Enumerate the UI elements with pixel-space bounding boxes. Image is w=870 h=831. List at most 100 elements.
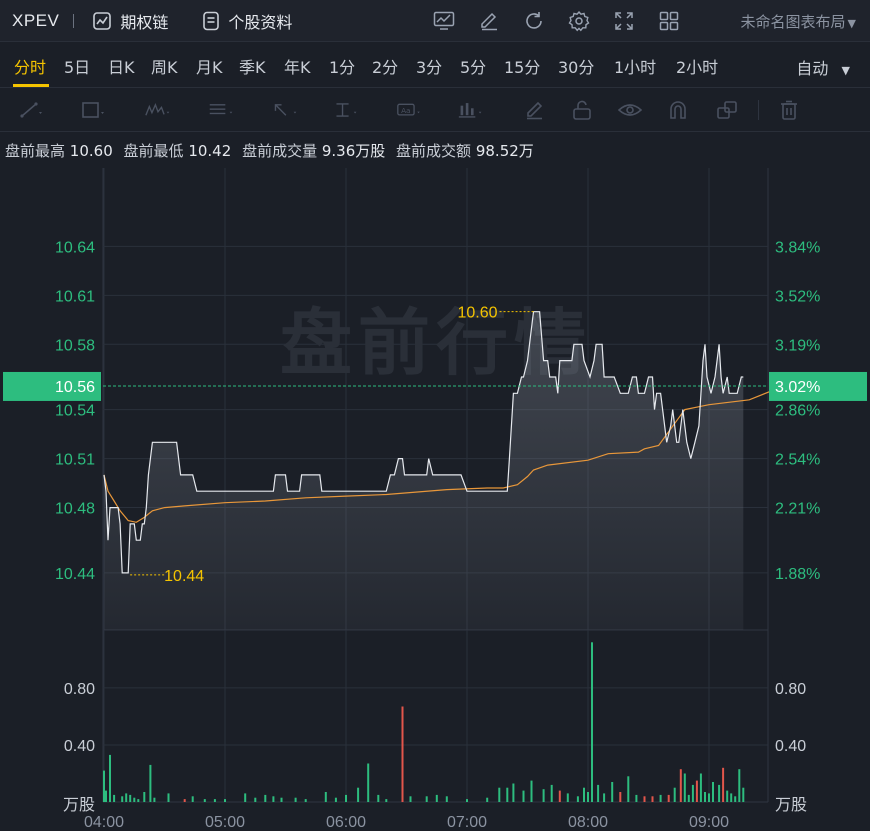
volume-bar: [708, 793, 710, 802]
volume-bar: [530, 780, 533, 802]
indicator-button[interactable]: [430, 8, 458, 34]
brush-icon: [527, 101, 543, 120]
price-range-tool[interactable]: [333, 98, 359, 122]
period-tab[interactable]: 15分: [504, 54, 540, 78]
lock-tool[interactable]: [569, 98, 595, 122]
mode-select[interactable]: 自动 ▼: [796, 55, 850, 79]
current-percent-label: 3.02%: [775, 379, 820, 396]
visibility-tool[interactable]: [617, 98, 643, 122]
line-tool[interactable]: [18, 98, 44, 122]
volume-bar: [153, 797, 156, 802]
settings-button[interactable]: [565, 8, 593, 34]
volume-bar: [167, 793, 170, 802]
volume-bar: [643, 796, 646, 802]
current-price-label: 10.56: [55, 379, 95, 396]
volume-bar: [667, 794, 670, 802]
grid-layout-button[interactable]: [655, 8, 683, 34]
magnet-icon: [670, 101, 686, 119]
text-tool[interactable]: Aa: [397, 98, 423, 122]
divider: [73, 13, 75, 28]
volume-bar: [425, 796, 428, 802]
fullscreen-icon: [615, 12, 633, 30]
price-tick-label: 10.61: [55, 288, 95, 305]
period-tab[interactable]: 1小时: [614, 54, 656, 78]
intraday-chart[interactable]: 盘前行情10.6010.4410.6410.6110.5810.5410.511…: [0, 168, 870, 831]
period-tab[interactable]: 2小时: [676, 54, 718, 78]
wave-tool[interactable]: [145, 98, 171, 122]
delete-tool[interactable]: [776, 98, 802, 122]
high-label: 盘前最高: [5, 142, 66, 160]
x-tick-label: 06:00: [326, 814, 366, 831]
percent-tick-label: 1.88%: [775, 566, 820, 583]
high-value: 10.60: [69, 142, 113, 160]
options-chain-button[interactable]: 期权链: [92, 9, 168, 33]
caret-down-icon: ▼: [847, 17, 856, 30]
period-tab[interactable]: 3分: [416, 54, 442, 78]
fib-tool[interactable]: [208, 98, 234, 122]
symbol-title[interactable]: XPEV: [12, 11, 59, 31]
layers-icon: [717, 101, 737, 119]
period-bar: 自动 ▼ 分时 5日 日K 周K 月K 季K 年K 1分 2分 3分 5分 15分 30分 1小时 2小时: [0, 42, 870, 88]
price-tick-label: 10.51: [55, 452, 95, 469]
volume-bar: [121, 796, 124, 802]
brush-tool[interactable]: [522, 98, 548, 122]
volume-bar: [486, 797, 489, 802]
volume-bar: [576, 796, 579, 802]
measure-tool[interactable]: [458, 98, 484, 122]
volume-bar: [738, 769, 741, 802]
period-tab[interactable]: 分时: [14, 54, 46, 78]
period-tab[interactable]: 日K: [108, 54, 135, 78]
volume-bar: [542, 789, 545, 802]
volume-bar: [213, 799, 216, 802]
drawing-toolbar: Aa: [0, 88, 870, 132]
fullscreen-button[interactable]: [610, 8, 638, 34]
volume-bar: [113, 794, 116, 802]
fibonacci-icon: [209, 104, 233, 115]
volume-bar: [377, 794, 380, 802]
low-label: 盘前最低: [123, 142, 184, 160]
profile-button[interactable]: 个股资料: [202, 9, 292, 33]
period-tab[interactable]: 2分: [372, 54, 398, 78]
volume-bar: [603, 793, 606, 802]
volume-bar: [611, 782, 614, 802]
volume-bar: [129, 794, 132, 802]
volume-bar: [280, 797, 283, 802]
period-tab[interactable]: 季K: [239, 54, 266, 78]
volume-tick-label: 0.80: [64, 681, 95, 698]
amount-value: 98.52万: [475, 142, 534, 160]
refresh-button[interactable]: [520, 8, 548, 34]
x-tick-label: 08:00: [568, 814, 608, 831]
layers-tool[interactable]: [714, 98, 740, 122]
period-tab[interactable]: 周K: [151, 54, 178, 78]
draw-button[interactable]: [475, 8, 503, 34]
volume-bar: [558, 790, 561, 802]
x-tick-label: 09:00: [689, 814, 729, 831]
period-tab[interactable]: 年K: [284, 54, 311, 78]
volume-bar: [466, 799, 468, 802]
rectangle-tool[interactable]: [80, 98, 106, 122]
volume-value: 9.36万股: [321, 142, 386, 160]
volume-bar: [506, 787, 509, 802]
percent-tick-label: 2.86%: [775, 403, 820, 420]
price-tick-label: 10.58: [55, 337, 95, 354]
volume-bar: [498, 787, 501, 802]
period-tab[interactable]: 月K: [196, 54, 223, 78]
volume-bar: [367, 763, 370, 802]
arrow-tool[interactable]: [272, 98, 298, 122]
magnet-tool[interactable]: [665, 98, 691, 122]
active-period-underline: [13, 84, 49, 87]
low-value: 10.42: [188, 142, 232, 160]
volume-bar: [324, 792, 327, 802]
layout-selector[interactable]: 未命名图表布局 ▼: [741, 11, 856, 32]
top-toolbar: [430, 8, 700, 34]
period-tab[interactable]: 30分: [558, 54, 594, 78]
percent-tick-label: 3.84%: [775, 239, 820, 256]
volume-bar: [512, 783, 515, 802]
volume-bar: [435, 794, 438, 802]
trendline-icon: [20, 102, 42, 118]
grid-icon: [659, 11, 679, 31]
refresh-icon: [526, 12, 542, 29]
period-tab[interactable]: 5分: [460, 54, 486, 78]
period-tab[interactable]: 5日: [64, 54, 90, 78]
period-tab[interactable]: 1分: [329, 54, 355, 78]
